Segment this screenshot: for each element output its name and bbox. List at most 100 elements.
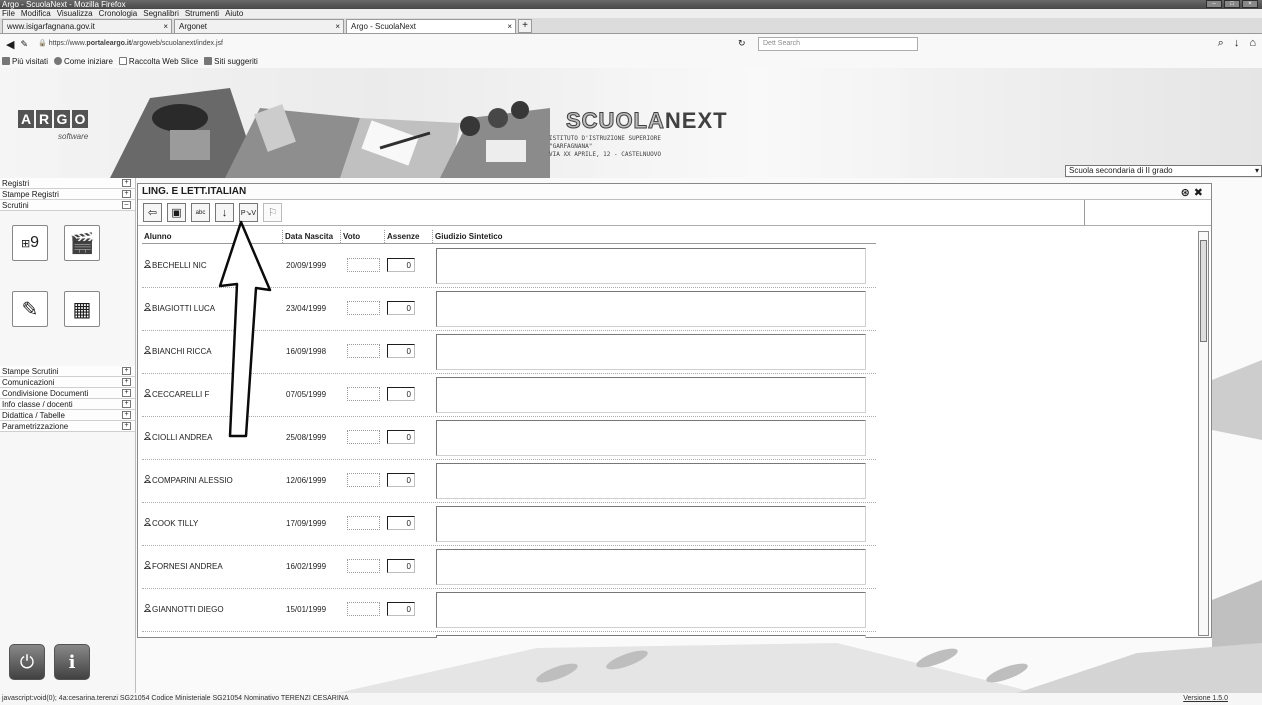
exit-button[interactable]: ⇦	[143, 203, 162, 222]
expand-icon[interactable]: +	[122, 179, 131, 187]
assenze-input[interactable]: 0	[387, 301, 415, 315]
back-icon[interactable]: ◀	[6, 38, 14, 51]
col-assenze[interactable]: Assenze	[385, 230, 433, 243]
school-info: ISTITUTO D'ISTRUZIONE SUPERIORE "GARFAGN…	[549, 135, 661, 159]
giudizio-textarea[interactable]	[436, 334, 866, 370]
sidebar-item-stampe-registri[interactable]: Stampe Registri +	[0, 189, 135, 200]
bookmark-web-slice[interactable]: Raccolta Web Slice	[118, 57, 198, 66]
giudizio-textarea[interactable]	[436, 291, 866, 327]
close-icon[interactable]: ✖	[1194, 185, 1203, 201]
giudizio-textarea[interactable]	[436, 506, 866, 542]
expand-icon[interactable]: +	[122, 422, 131, 430]
col-voto[interactable]: Voto	[341, 230, 385, 243]
disabled-action-button[interactable]: ⚐	[263, 203, 282, 222]
col-alunno[interactable]: Alunno	[142, 230, 283, 243]
scrollbar-thumb[interactable]	[1200, 240, 1207, 342]
expand-icon[interactable]: +	[122, 190, 131, 198]
sidebar-item-stampe-scrutini[interactable]: Stampe Scrutini +	[0, 366, 135, 377]
new-tab-button[interactable]: +	[518, 19, 532, 33]
power-button[interactable]: ⏻	[9, 644, 45, 680]
giudizio-textarea[interactable]	[436, 549, 866, 585]
giudizio-textarea[interactable]	[436, 248, 866, 284]
expand-icon[interactable]: +	[122, 389, 131, 397]
bookmark-suggested[interactable]: Siti suggeriti	[204, 57, 258, 66]
tab-close-icon[interactable]: ×	[335, 20, 340, 33]
sidebar-item-scrutini[interactable]: Scrutini –	[0, 200, 135, 211]
assenze-input[interactable]: 0	[387, 344, 415, 358]
voti-proposti-button[interactable]: P↘V	[239, 203, 258, 222]
giudizio-textarea[interactable]	[436, 463, 866, 499]
voto-input[interactable]	[347, 430, 380, 444]
minimize-button[interactable]: –	[1206, 0, 1222, 8]
voto-input[interactable]	[347, 387, 380, 401]
school-type-select[interactable]: Scuola secondaria di II grado ▾	[1065, 165, 1262, 177]
giudizio-textarea[interactable]	[436, 592, 866, 628]
menu-item[interactable]: Strumenti	[185, 9, 219, 18]
voto-input[interactable]	[347, 301, 380, 315]
expand-icon[interactable]: +	[122, 367, 131, 375]
voto-input[interactable]	[347, 473, 380, 487]
insert-text-button[interactable]: abc	[191, 203, 210, 222]
giudizio-textarea[interactable]	[436, 377, 866, 413]
voto-input[interactable]	[347, 258, 380, 272]
sidebar-item-condivisione[interactable]: Condivisione Documenti +	[0, 388, 135, 399]
assenze-input[interactable]: 0	[387, 516, 415, 530]
voto-input[interactable]	[347, 344, 380, 358]
assenze-input[interactable]: 0	[387, 430, 415, 444]
expand-icon[interactable]: +	[122, 378, 131, 386]
url-bar[interactable]: 🔒 https://www.portaleargo.it/argoweb/scu…	[34, 37, 574, 51]
tab-close-icon[interactable]: ×	[163, 20, 168, 33]
version-link[interactable]: Versione 1.5.0	[1183, 693, 1228, 705]
maximize-button[interactable]: □	[1224, 0, 1240, 8]
identity-icon[interactable]: ✎	[20, 39, 28, 50]
col-data-nascita[interactable]: Data Nascita	[283, 230, 341, 243]
giudizio-textarea[interactable]	[436, 420, 866, 456]
bookmark-getting-started[interactable]: Come iniziare	[54, 57, 113, 66]
clapperboard-icon[interactable]: 🎬	[64, 225, 100, 261]
assenze-input[interactable]: 0	[387, 387, 415, 401]
sidebar-item-info-classe[interactable]: Info classe / docenti +	[0, 399, 135, 410]
tab-isigarfagnana[interactable]: www.isigarfagnana.gov.it ×	[2, 19, 172, 33]
sidebar-item-didattica[interactable]: Didattica / Tabelle +	[0, 410, 135, 421]
menu-item[interactable]: Cronologia	[99, 9, 138, 18]
menu-item[interactable]: File	[2, 9, 15, 18]
search-input[interactable]: Dett Search	[758, 37, 918, 51]
giudizio-textarea[interactable]	[436, 635, 866, 638]
assenze-input[interactable]: 0	[387, 473, 415, 487]
window-titlebar: Argo - ScuolaNext - Mozilla Firefox – □ …	[0, 0, 1262, 9]
help-icon[interactable]: ⊛	[1181, 185, 1190, 201]
menu-item[interactable]: Aiuto	[225, 9, 243, 18]
reload-icon[interactable]: ↻	[738, 38, 746, 49]
download-icon[interactable]: ↓	[1234, 37, 1240, 50]
tab-argonet[interactable]: Argonet ×	[174, 19, 344, 33]
menu-item[interactable]: Segnalibri	[143, 9, 179, 18]
voto-input[interactable]	[347, 602, 380, 616]
expand-icon[interactable]: +	[122, 411, 131, 419]
collapse-icon[interactable]: –	[122, 201, 131, 209]
menu-item[interactable]: Visualizza	[57, 9, 93, 18]
info-button[interactable]: i	[54, 644, 90, 680]
expand-icon[interactable]: +	[122, 400, 131, 408]
tab-scuolanext[interactable]: Argo - ScuolaNext ×	[346, 19, 516, 33]
bookmark-most-visited[interactable]: Più visitati	[2, 57, 48, 66]
assenze-input[interactable]: 0	[387, 559, 415, 573]
col-giudizio[interactable]: Giudizio Sintetico	[433, 230, 867, 243]
assenze-input[interactable]: 0	[387, 258, 415, 272]
vertical-scrollbar[interactable]	[1198, 231, 1209, 636]
save-button[interactable]: ▣	[167, 203, 186, 222]
voti-proposti-icon[interactable]: ⊞ 9	[12, 225, 48, 261]
tab-close-icon[interactable]: ×	[507, 20, 512, 33]
home-icon[interactable]: ⌂	[1249, 37, 1256, 50]
assenze-input[interactable]: 0	[387, 602, 415, 616]
close-window-button[interactable]: ×	[1242, 0, 1258, 8]
import-button[interactable]: ↓	[215, 203, 234, 222]
picture-icon[interactable]: ▦	[64, 291, 100, 327]
sidebar-item-comunicazioni[interactable]: Comunicazioni +	[0, 377, 135, 388]
sidebar-item-registri[interactable]: Registri +	[0, 178, 135, 189]
search-icon[interactable]: ⌕	[1218, 37, 1224, 50]
menu-item[interactable]: Modifica	[21, 9, 51, 18]
voto-input[interactable]	[347, 559, 380, 573]
pencil-icon[interactable]: ✎	[12, 291, 48, 327]
voto-input[interactable]	[347, 516, 380, 530]
sidebar-item-parametrizzazione[interactable]: Parametrizzazione +	[0, 421, 135, 432]
